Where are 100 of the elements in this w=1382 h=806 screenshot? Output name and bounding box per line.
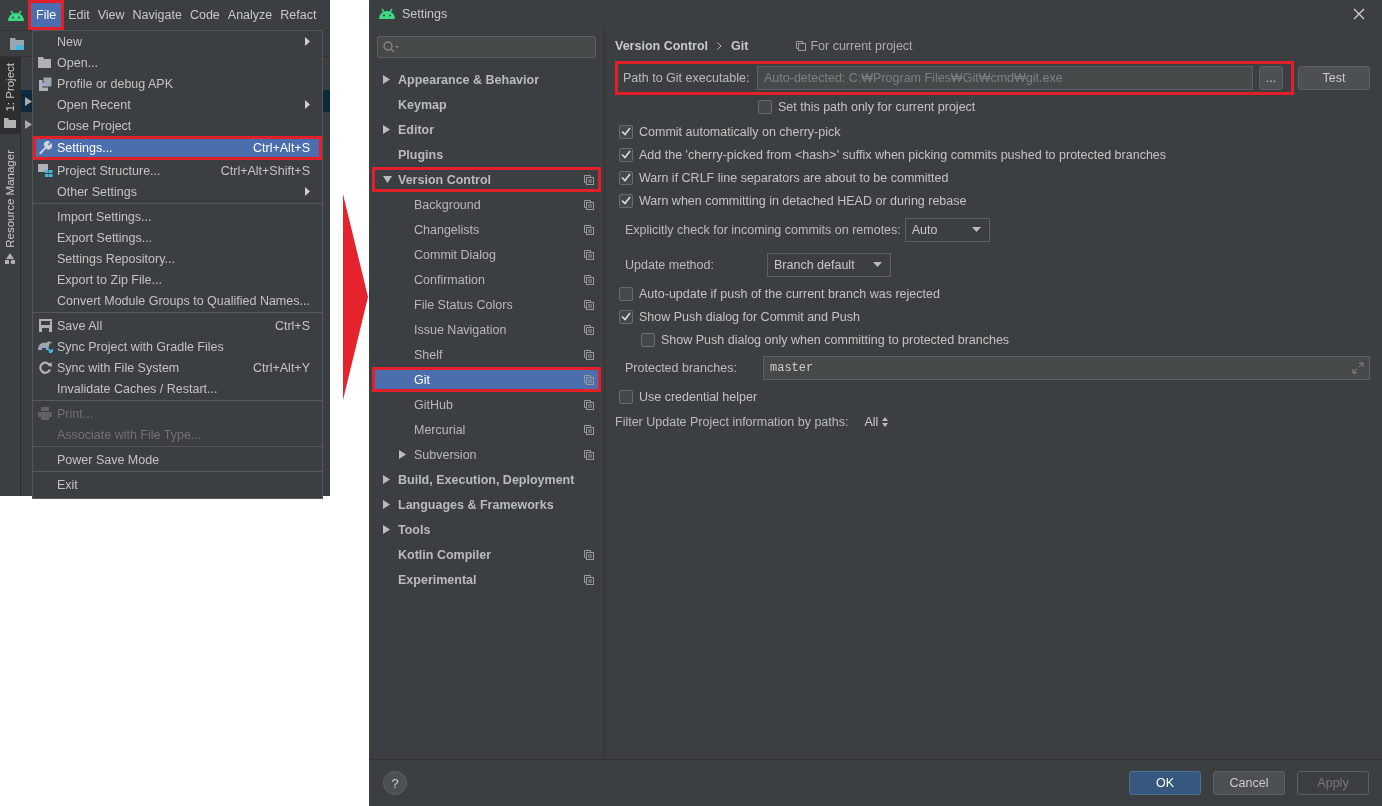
menu-item[interactable]: Open Recent [33, 94, 322, 115]
menu-item[interactable]: Power Save Mode [33, 449, 322, 470]
field-label: Filter Update Project information by paths: [615, 415, 849, 429]
checkbox[interactable]: Add the 'cherry-picked from <hash>' suffix when picking commits pushed to protected branches [615, 143, 1370, 166]
settings-tree-item[interactable]: Build, Execution, Deployment [372, 467, 601, 492]
close-icon[interactable] [1353, 7, 1365, 20]
checkbox[interactable]: Set this path only for current project [615, 95, 1370, 118]
menu-title[interactable]: Navigate [128, 0, 186, 30]
copy-icon [584, 349, 594, 360]
settings-tree-item[interactable]: Editor [372, 117, 601, 142]
copy-icon [796, 41, 807, 51]
expand-arrow-icon [383, 525, 390, 534]
settings-tree-item[interactable]: Git [372, 367, 601, 392]
checkbox[interactable]: Auto-update if push of the current branch was rejected [615, 282, 1370, 305]
checkbox[interactable]: Show Push dialog for Commit and Push [615, 305, 1370, 328]
settings-tree-item[interactable]: Tools [372, 517, 601, 542]
wrench-icon [38, 141, 52, 155]
menu-item[interactable]: Settings... Ctrl+Alt+S [33, 136, 322, 160]
folder-icon[interactable] [10, 37, 24, 50]
menu-item[interactable]: Sync with File System Ctrl+Alt+Y [33, 357, 322, 378]
settings-tree-item[interactable]: Shelf [372, 342, 601, 367]
copy-icon [584, 574, 594, 585]
menu-title[interactable]: Analyze [223, 0, 277, 30]
tool-window-tab[interactable]: Resource Manager [0, 143, 20, 272]
copy-icon [584, 249, 594, 260]
checkbox[interactable]: Commit automatically on cherry-pick [615, 120, 1370, 143]
settings-tree-item[interactable]: Background [372, 192, 601, 217]
menu-item[interactable]: Project Structure... Ctrl+Alt+Shift+S [33, 160, 322, 181]
menu-item[interactable]: Export Settings... [33, 227, 322, 248]
tool-window-tab[interactable]: 1: Project [0, 57, 20, 134]
settings-tree-item[interactable]: Issue Navigation [372, 317, 601, 342]
expand-arrow-icon[interactable] [25, 96, 32, 106]
settings-tree-item[interactable]: Mercurial [372, 417, 601, 442]
shapes-icon [4, 253, 16, 266]
menu-item[interactable]: Open... [33, 52, 322, 73]
help-button[interactable]: ? [383, 771, 407, 795]
path-field[interactable]: Auto-detected: C:₩Program Files₩Git₩cmd₩git.exe [757, 66, 1253, 90]
settings-tree-item[interactable]: Commit Dialog [372, 242, 601, 267]
menu-item[interactable]: Import Settings... [33, 206, 322, 227]
test-button[interactable]: Test [1298, 66, 1370, 90]
checkbox[interactable]: Show Push dialog only when committing to protected branches [615, 328, 1370, 351]
copy-icon [584, 449, 594, 460]
dropdown[interactable]: Auto [904, 217, 990, 242]
settings-tree-item[interactable]: Confirmation [372, 267, 601, 292]
copy-icon [584, 274, 594, 285]
submenu-arrow-icon [305, 187, 310, 196]
submenu-arrow-icon [305, 37, 310, 46]
menu-title[interactable]: View [93, 0, 129, 30]
menu-title[interactable]: Code [185, 0, 224, 30]
settings-tree-item[interactable]: File Status Colors [372, 292, 601, 317]
settings-tree-item[interactable]: Plugins [372, 142, 601, 167]
collapse-arrow-icon [383, 176, 392, 183]
field-label: Explicitly check for incoming commits on remotes: [625, 222, 901, 237]
settings-tree-item[interactable]: Kotlin Compiler [372, 542, 601, 567]
dropdown[interactable]: Branch default [767, 252, 891, 277]
elephant-icon [37, 340, 53, 353]
menu-title[interactable]: File [28, 0, 65, 30]
settings-tree-item[interactable]: Version Control [372, 167, 601, 192]
checkbox[interactable]: Use credential helper [615, 385, 1370, 408]
copy-icon [584, 424, 594, 435]
menu-item[interactable]: Sync Project with Gradle Files [33, 336, 322, 357]
settings-tree-item[interactable]: Changelists [372, 217, 601, 242]
menu-item[interactable]: Other Settings [33, 181, 322, 202]
settings-tree-item[interactable]: GitHub [372, 392, 601, 417]
copy-icon [584, 299, 594, 310]
android-icon [378, 8, 396, 19]
dropdown[interactable]: All [864, 415, 889, 429]
menu-item[interactable]: Export to Zip File... [33, 269, 322, 290]
menu-title[interactable]: Refact [276, 0, 321, 30]
submenu-arrow-icon [305, 100, 310, 109]
settings-tree-item[interactable]: Keymap [372, 92, 601, 117]
settings-tree-item[interactable]: Subversion [372, 442, 601, 467]
menu-item[interactable]: Settings Repository... [33, 248, 322, 269]
menu-title[interactable]: Edit [64, 0, 94, 30]
search-field[interactable] [377, 36, 596, 58]
menu-item[interactable]: Convert Module Groups to Qualified Names... [33, 290, 322, 311]
chevron-icon [717, 42, 723, 50]
menu-item[interactable]: Profile or debug APK [33, 73, 322, 94]
checkbox[interactable]: Warn if CRLF line separators are about to be committed [615, 166, 1370, 189]
copy-icon [584, 324, 594, 335]
settings-tree-item[interactable]: Experimental [372, 567, 601, 592]
folder-icon [38, 57, 52, 68]
settings-tree-item[interactable]: Languages & Frameworks [372, 492, 601, 517]
expand-arrow-icon[interactable] [25, 120, 32, 129]
dialog-button[interactable]: OK [1129, 771, 1201, 795]
browse-button[interactable]: ... [1259, 66, 1283, 90]
settings-tree-item[interactable]: Appearance & Behavior [372, 67, 601, 92]
checkbox[interactable]: Warn when committing in detached HEAD or during rebase [615, 189, 1370, 212]
expand-arrow-icon [383, 500, 390, 509]
text-field[interactable]: master [763, 356, 1370, 380]
menu-item[interactable]: Exit [33, 474, 322, 495]
dialog-button[interactable]: Cancel [1213, 771, 1285, 795]
menu-item[interactable]: New [33, 31, 322, 52]
copy-icon [584, 549, 594, 560]
menu-item[interactable]: Close Project [33, 115, 322, 136]
menu-item[interactable]: Save All Ctrl+S [33, 315, 322, 336]
window-title: Settings [402, 6, 448, 21]
menu-item[interactable]: Invalidate Caches / Restart... [33, 378, 322, 399]
field-label: Protected branches: [625, 361, 738, 375]
expand-icon[interactable] [1352, 362, 1364, 374]
